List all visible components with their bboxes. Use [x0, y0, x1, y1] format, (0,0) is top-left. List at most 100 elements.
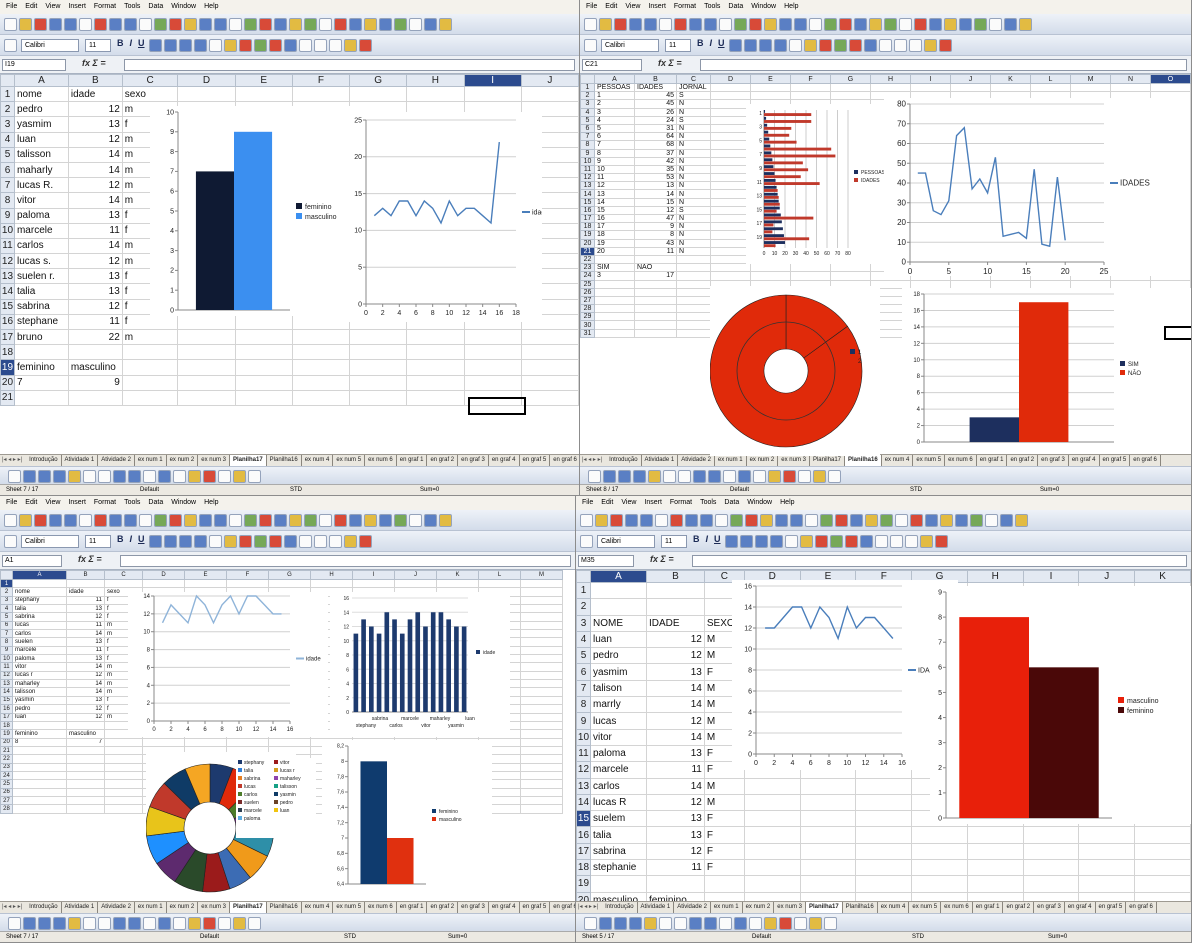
draw-icon-16[interactable] [248, 470, 261, 483]
cell-O25[interactable] [1150, 279, 1191, 289]
toolbar-icon-27[interactable] [989, 18, 1002, 31]
cell-I25[interactable] [910, 279, 951, 289]
draw-icon-10[interactable] [738, 470, 751, 483]
column-header-A[interactable]: A [589, 570, 647, 583]
cell-H21[interactable] [406, 389, 465, 406]
row-header-27[interactable]: 27 [580, 295, 595, 306]
draw-icon-14[interactable] [794, 917, 807, 930]
column-header-M[interactable]: M [1070, 74, 1111, 84]
cell-A21[interactable] [13, 389, 69, 406]
selection-mode[interactable]: STD [910, 485, 922, 495]
row-header-11[interactable]: 11 [580, 164, 595, 175]
cell-A13[interactable]: suelen r. [13, 268, 69, 285]
cell-H16[interactable] [966, 826, 1024, 844]
selection-mode[interactable]: STD [912, 932, 924, 942]
cell-M14[interactable] [520, 687, 563, 697]
cell-A16[interactable]: stephane [13, 313, 69, 331]
cell-K25[interactable] [990, 279, 1031, 289]
cell-B10[interactable]: 14 [645, 728, 705, 746]
cell-A17[interactable]: luan [12, 712, 67, 722]
cell-B14[interactable]: 12 [645, 793, 705, 812]
cell-B19[interactable]: masculino [66, 729, 105, 739]
cell-K1[interactable] [990, 82, 1031, 93]
cell-B4[interactable]: 26 [634, 107, 677, 117]
row-header-16[interactable]: 16 [0, 313, 15, 331]
cell-A21[interactable]: 20 [594, 246, 635, 256]
underline-button[interactable]: U [138, 38, 145, 48]
cell-L25[interactable] [1030, 279, 1071, 289]
cell-D19[interactable] [710, 230, 751, 240]
cell-C28[interactable] [676, 304, 711, 314]
bold-button[interactable]: B [117, 38, 124, 48]
format-icon-8[interactable] [848, 39, 862, 52]
row-header-3[interactable]: 3 [0, 595, 13, 606]
cell-A8[interactable]: suelen [12, 637, 67, 647]
cell-M17[interactable] [520, 712, 563, 722]
format-icon-4[interactable] [784, 535, 798, 548]
cell-B18[interactable]: 9 [634, 222, 677, 232]
cell-D2[interactable] [710, 91, 751, 101]
cell-B7[interactable]: 12 [67, 177, 123, 194]
toolbar-icon-16[interactable] [820, 514, 833, 527]
cell-D1[interactable] [142, 578, 185, 589]
cell-A27[interactable] [594, 295, 635, 306]
column-header-K[interactable]: K [990, 74, 1031, 84]
cell-C13[interactable]: N [676, 181, 711, 191]
tab-navigation-arrows[interactable]: |◂ ◂ ▸ ▸| [578, 904, 598, 910]
cell-A25[interactable] [594, 279, 635, 289]
cell-M22[interactable] [520, 754, 563, 764]
tab-ex-num-4[interactable]: ex num 4 [878, 902, 910, 913]
cell-B12[interactable]: 11 [645, 761, 705, 779]
cell-I1[interactable] [352, 578, 395, 589]
row-header-13[interactable]: 13 [580, 181, 595, 191]
column-header-J[interactable]: J [394, 570, 437, 580]
toolbar-icon-20[interactable] [880, 514, 893, 527]
menu-item-tools[interactable]: Tools [700, 499, 716, 506]
cell-C8[interactable]: N [676, 140, 711, 150]
row-header-22[interactable]: 22 [0, 754, 13, 764]
cell-A27[interactable] [12, 795, 67, 806]
cell-B25[interactable] [634, 279, 677, 289]
column-header-K[interactable]: K [1134, 570, 1191, 583]
cell-C30[interactable] [676, 320, 711, 330]
cell-C25[interactable] [104, 779, 143, 789]
function-wizard-icon[interactable]: fx Σ = [78, 554, 102, 564]
toolbar-icon-7[interactable] [109, 18, 122, 31]
toolbar-icon-29[interactable] [439, 18, 452, 31]
draw-icon-14[interactable] [218, 917, 231, 930]
cell-K19[interactable] [1134, 875, 1191, 893]
cell-E1[interactable] [184, 578, 227, 589]
cell-A19[interactable]: feminino [13, 359, 69, 376]
row-header-2[interactable]: 2 [0, 587, 13, 597]
cell-B15[interactable]: 15 [634, 197, 677, 207]
cell-B16[interactable]: 12 [66, 704, 105, 714]
cell-A6[interactable]: maharly [13, 161, 69, 179]
cell-M1[interactable] [520, 578, 563, 589]
cell-B5[interactable]: 14 [67, 146, 123, 163]
draw-icon-1[interactable] [23, 470, 36, 483]
row-header-31[interactable]: 31 [580, 328, 595, 338]
cell-B7[interactable]: 64 [634, 132, 677, 142]
cell-A23[interactable] [12, 762, 67, 772]
cell-A6[interactable]: lucas [12, 620, 67, 631]
column-header-K[interactable]: K [436, 570, 479, 580]
toolbar-icon-13[interactable] [779, 18, 792, 31]
draw-icon-9[interactable] [719, 917, 732, 930]
format-icon-7[interactable] [829, 535, 843, 548]
column-header-J[interactable]: J [1078, 570, 1136, 583]
cell-reference-box[interactable]: M35 [578, 555, 634, 567]
toolbar-icon-5[interactable] [79, 514, 92, 527]
cell-B26[interactable] [66, 787, 105, 797]
column-header-B[interactable]: B [645, 570, 705, 583]
tab-en-graf-5[interactable]: en graf 5 [1100, 455, 1131, 466]
toolbar-icon-6[interactable] [674, 18, 687, 31]
cell-A4[interactable]: luan [13, 131, 69, 148]
cell-C20[interactable] [121, 374, 179, 391]
cell-M10[interactable] [520, 654, 563, 664]
cell-C23[interactable] [676, 263, 711, 273]
cell-A10[interactable]: marcele [13, 222, 69, 239]
cell-A26[interactable] [12, 787, 67, 797]
cell-I18[interactable] [463, 344, 522, 361]
draw-icon-16[interactable] [828, 470, 841, 483]
column-header-E[interactable]: E [234, 74, 293, 87]
